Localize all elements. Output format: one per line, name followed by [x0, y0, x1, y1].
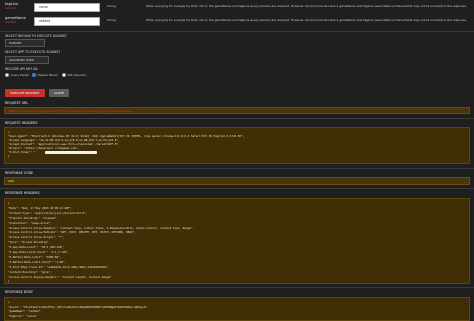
response-code-value: 200	[8, 179, 14, 183]
app-select[interactable]: VALORANT USES	[5, 56, 49, 64]
param-name: tagLine	[5, 2, 19, 6]
code-line: "Connection": "keep-alive",	[8, 220, 52, 225]
code-line: {	[8, 201, 10, 205]
code-line: "Access-Control-Allow-Origin": "*",	[8, 235, 65, 240]
radio-dot-selected	[32, 73, 36, 77]
code-line: "Content-Encoding": "gzip",	[8, 269, 52, 274]
region-label: SELECT REGION TO EXECUTE AGAINST	[5, 34, 67, 38]
radio-header-param[interactable]: Header Param	[32, 73, 58, 77]
code-line: "puuid": "I5iwT4xXrLv0oEvPfhy-jK4YJcaZba…	[8, 304, 149, 309]
param-type: string	[107, 4, 116, 8]
region-select[interactable]: EUROPE	[5, 39, 45, 47]
divider	[0, 31, 474, 32]
param-name: gameName	[5, 16, 26, 20]
code-line: {	[8, 300, 10, 304]
code-line: "gameName": "redded",	[8, 309, 42, 314]
code-line: }	[8, 154, 10, 158]
close-button[interactable]: CLOSE	[49, 89, 69, 97]
code-line: "X-App-Rate-Limit": "20:1,100:120",	[8, 245, 65, 250]
param-type: string	[107, 18, 116, 22]
divider	[0, 118, 474, 119]
radio-label: Not required	[67, 73, 86, 77]
required-badge: required	[5, 7, 16, 10]
code-line: "Access-Control-Allow-Headers": "Content…	[8, 225, 195, 230]
radio-dot	[62, 73, 66, 77]
code-line: "X-Riot-Token": "	[8, 150, 36, 154]
param-description: When querying for a player by their riot…	[146, 18, 467, 22]
code-line: "X-Method-Rate-Limit-Count": "1:60",	[8, 259, 67, 264]
param-description: When querying for a player by their riot…	[146, 4, 467, 8]
code-line: "X-Method-Rate-Limit": "1000:60",	[8, 254, 62, 259]
code-line: "X-Riot-Edge-Trace-Id": "a4b6ab5e-0cc6-4…	[8, 264, 110, 269]
request-headers-title: REQUEST HEADERS	[5, 121, 38, 125]
app-label: SELECT APP TO EXECUTE AGAINST	[5, 50, 61, 54]
code-line: "Access-Control-Expose-Headers": "Conten…	[8, 274, 112, 279]
token-redaction	[45, 150, 97, 154]
divider	[0, 168, 474, 169]
response-body-title: RESPONSE BODY	[5, 290, 33, 294]
request-url-value: https://europe.api.riotgames.com/riot/ac…	[8, 109, 132, 113]
code-line: "Access-Control-Allow-Methods": "GET, PO…	[8, 230, 136, 235]
radio-label: Query Param	[10, 73, 30, 77]
param-row-tagline: tagLine required value string When query…	[0, 2, 474, 14]
divider	[0, 188, 474, 189]
param-row-gamename: gameName required redded string When que…	[0, 16, 474, 28]
code-line: "Transfer-Encoding": "chunked",	[8, 215, 59, 220]
radio-query-param[interactable]: Query Param	[5, 73, 29, 77]
gamename-input[interactable]: redded	[34, 17, 100, 26]
request-url-title: REQUEST URL	[5, 101, 29, 105]
request-headers-box: { "User-Agent": "Mozilla/5.0 (Windows NT…	[4, 127, 470, 164]
required-badge: required	[5, 21, 16, 24]
code-line: "tagLine": "value"	[8, 313, 38, 318]
response-headers-box: { "Date": "Wed, 17 May 2023 10:09:12 GMT…	[4, 198, 470, 284]
request-url-box: https://europe.api.riotgames.com/riot/ac…	[4, 107, 470, 114]
response-body-box: { "puuid": "I5iwT4xXrLv0oEvPfhy-jK4YJcaZ…	[4, 297, 470, 321]
tagline-input[interactable]: value	[34, 3, 100, 12]
code-line: "Vary": "Accept-Encoding",	[8, 240, 51, 245]
code-line: "X-App-Rate-Limit-Count": "1:1,1:120",	[8, 250, 70, 254]
divider	[0, 287, 474, 288]
code-line: }	[8, 279, 10, 284]
response-code-box: 200	[4, 177, 470, 185]
apikey-label: INCLUDE API KEY AS:	[5, 67, 39, 71]
radio-label: Header Param	[37, 73, 59, 77]
response-headers-title: RESPONSE HEADERS	[5, 191, 40, 195]
response-code-title: RESPONSE CODE	[5, 171, 34, 175]
radio-dot	[5, 73, 9, 77]
code-line: "Date": "Wed, 17 May 2023 10:09:12 GMT",	[8, 205, 73, 210]
radio-not-required[interactable]: Not required	[62, 73, 86, 77]
code-line: "Content-Type": "application/json;charse…	[8, 210, 88, 215]
execute-request-button[interactable]: EXECUTE REQUEST	[5, 89, 45, 97]
